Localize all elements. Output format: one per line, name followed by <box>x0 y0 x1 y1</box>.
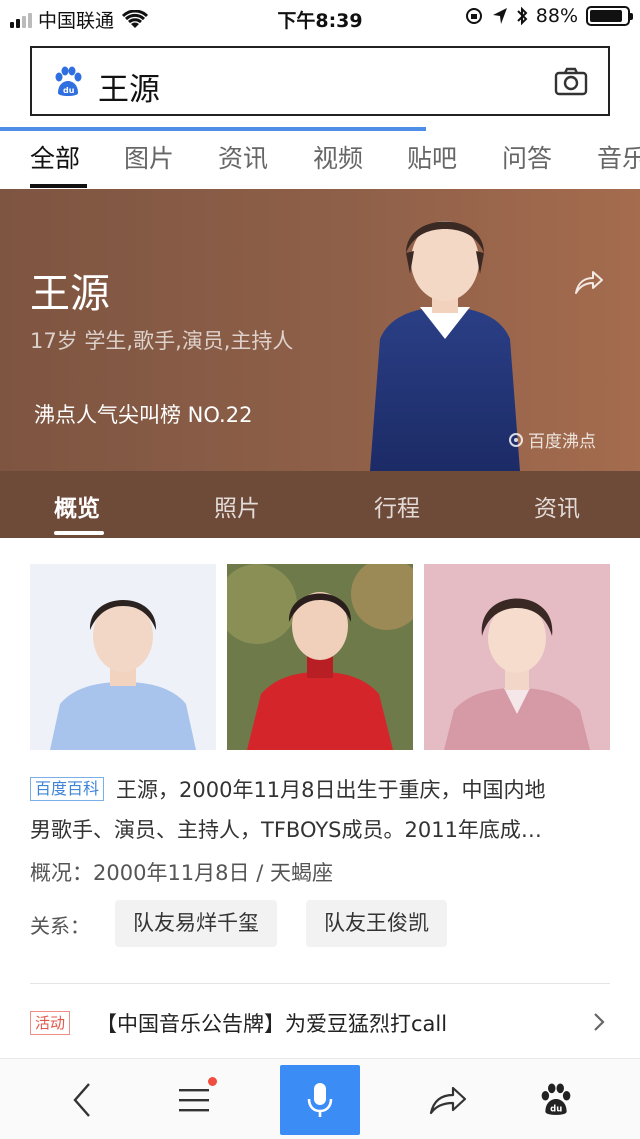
subtab-overview[interactable]: 概览 <box>54 489 100 523</box>
bottom-toolbar: du <box>0 1058 640 1139</box>
tab-qa[interactable]: 问答 <box>502 139 552 175</box>
divider <box>30 983 610 984</box>
menu-button[interactable] <box>168 1059 220 1139</box>
tab-news[interactable]: 资讯 <box>218 139 268 175</box>
back-arrow-icon <box>73 1082 90 1117</box>
tab-images[interactable]: 图片 <box>124 139 174 175</box>
voice-search-button[interactable] <box>280 1065 360 1135</box>
baidu-paw-icon: du <box>55 66 82 96</box>
profile-subtabs: 概览 照片 行程 资讯 <box>0 471 640 538</box>
battery-percent: 88% <box>535 5 578 27</box>
share-icon <box>429 1086 467 1114</box>
chevron-right-icon[interactable] <box>592 1012 606 1032</box>
event-link[interactable]: 【中国音乐公告牌】为爱豆猛烈打call <box>96 1008 447 1038</box>
home-button[interactable]: du <box>530 1059 582 1139</box>
menu-icon <box>179 1088 209 1111</box>
active-subtab-indicator <box>54 531 104 535</box>
subtab-schedule[interactable]: 行程 <box>374 489 420 523</box>
overview-text: 概况：2000年11月8日 / 天蝎座 <box>30 861 333 885</box>
back-button[interactable] <box>56 1059 108 1139</box>
status-right: 88% <box>464 5 633 27</box>
location-icon <box>492 8 507 24</box>
subtab-photos[interactable]: 照片 <box>214 489 260 523</box>
summary-text-line1[interactable]: 王源，2000年11月8日出生于重庆，中国内地 <box>30 770 610 810</box>
baidu-paw-icon: du <box>541 1083 571 1115</box>
watermark-text: 百度沸点 <box>528 432 596 452</box>
relation-label: 关系： <box>30 914 90 938</box>
tab-all[interactable]: 全部 <box>30 139 80 175</box>
search-tabs: 全部 图片 资讯 视频 贴吧 问答 音乐 <box>0 131 640 189</box>
photo-thumbnail[interactable] <box>424 564 610 750</box>
tab-video[interactable]: 视频 <box>313 139 363 175</box>
relation-chip[interactable]: 队友易烊千玺 <box>115 900 277 947</box>
share-button[interactable] <box>422 1059 474 1139</box>
bluetooth-icon <box>517 6 528 26</box>
active-tab-indicator <box>30 184 87 188</box>
photo-thumbnail[interactable] <box>30 564 216 750</box>
search-box[interactable]: du 王源 <box>30 46 610 116</box>
notification-dot <box>208 1077 217 1086</box>
camera-icon[interactable] <box>554 66 588 96</box>
share-icon[interactable] <box>574 269 604 295</box>
microphone-icon <box>307 1083 333 1117</box>
rotation-lock-icon <box>465 8 482 24</box>
flame-logo-icon <box>509 432 523 447</box>
relation-chip[interactable]: 队友王俊凯 <box>306 900 447 947</box>
tab-music[interactable]: 音乐 <box>597 139 640 175</box>
photo-thumbnail[interactable] <box>227 564 413 750</box>
subtab-news[interactable]: 资讯 <box>534 489 580 523</box>
hero-banner[interactable]: 王源 17岁 学生,歌手,演员,主持人 沸点人气尖叫榜 NO.22 百度沸点 <box>0 189 640 471</box>
battery-icon <box>586 6 633 26</box>
tab-tieba[interactable]: 贴吧 <box>407 139 457 175</box>
search-input[interactable]: 王源 <box>98 64 160 109</box>
hero-watermark: 百度沸点 <box>508 427 596 452</box>
status-bar: 中国联通 下午8:39 88% <box>0 0 640 36</box>
hero-name: 王源 <box>30 271 110 317</box>
hero-description: 17岁 学生,歌手,演员,主持人 <box>30 329 294 353</box>
svg-text:du: du <box>550 1104 562 1114</box>
svg-text:du: du <box>63 86 75 95</box>
event-badge: 活动 <box>30 1011 71 1035</box>
summary-text-line2[interactable]: 男歌手、演员、主持人，TFBOYS成员。2011年底成… <box>30 810 610 850</box>
hero-rank-link[interactable]: 沸点人气尖叫榜 NO.22 <box>34 399 252 429</box>
